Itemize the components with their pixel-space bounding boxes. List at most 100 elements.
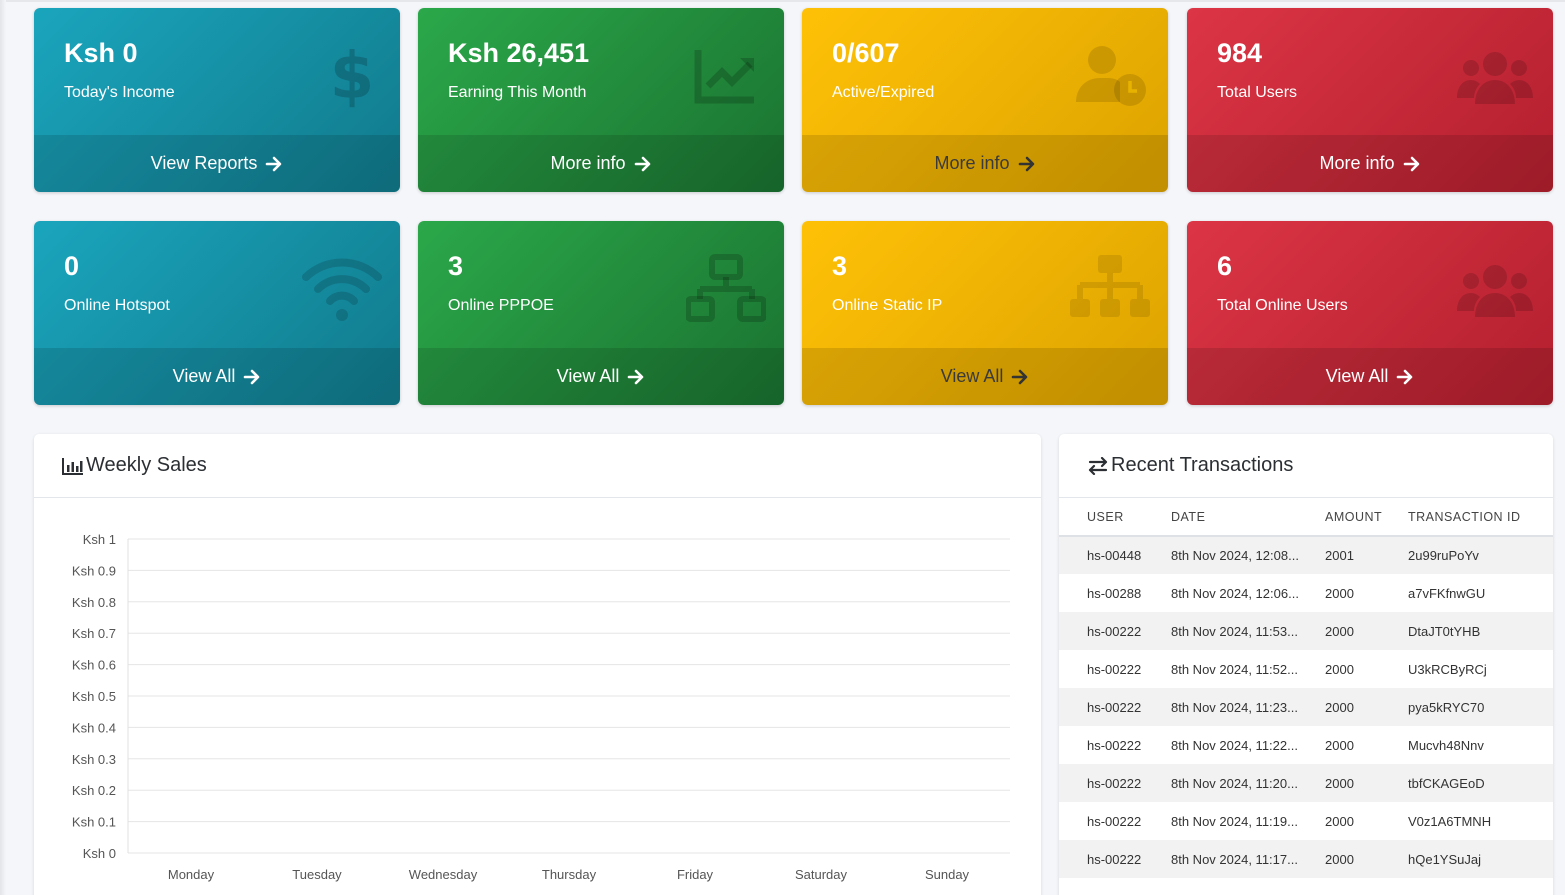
box-label: Online Static IP — [832, 297, 943, 314]
card-title: Weekly Sales — [86, 454, 207, 476]
box-value: 6 — [1217, 251, 1233, 281]
more-info-link[interactable]: More info — [802, 135, 1168, 192]
column-header-user: USER — [1059, 498, 1171, 537]
users-icon — [1455, 249, 1535, 329]
cell-transaction-id: pya5kRYC70 — [1408, 688, 1553, 726]
y-tick-label: Ksh 0.8 — [72, 595, 116, 610]
y-tick-label: Ksh 0.5 — [72, 689, 116, 704]
user-clock-icon — [1070, 36, 1150, 116]
cell-date: 8th Nov 2024, 11:23... — [1171, 688, 1325, 726]
box-value: 984 — [1217, 38, 1263, 68]
arrow-right-icon — [1397, 369, 1413, 384]
cell-date: 8th Nov 2024, 11:17... — [1171, 840, 1325, 878]
table-row: hs-00222 8th Nov 2024, 11:17... 2000 hQe1YS… — [1059, 840, 1553, 878]
bar-chart-icon — [62, 457, 83, 475]
sitemap-icon — [1070, 249, 1150, 329]
arrow-right-icon — [1403, 156, 1419, 171]
cell-amount: 2000 — [1325, 612, 1408, 650]
cell-transaction-id: DtaJT0tYHB — [1408, 612, 1553, 650]
cell-transaction-id: Mucvh48Nnv — [1408, 737, 1484, 753]
cell-amount: 2000 — [1325, 737, 1354, 753]
table-row: hs-00222 8th Nov 2024, 11:52... 2000 U3kRCB… — [1059, 650, 1553, 688]
cell-transaction-id: tbfCKAGEoD — [1408, 764, 1553, 802]
box-value: Ksh 0 — [64, 38, 138, 68]
y-tick-label: Ksh 0.6 — [72, 658, 116, 673]
table-row: hs-00288 8th Nov 2024, 12:06... 2000 a7vFKf… — [1059, 574, 1553, 612]
view-all-link[interactable]: View All — [1187, 348, 1553, 405]
x-tick-label: Sunday — [925, 867, 970, 882]
cell-user: hs-00222 — [1087, 661, 1142, 677]
view-all-link[interactable]: View All — [802, 348, 1168, 405]
box-label: Active/Expired — [832, 84, 935, 101]
footer-label: View All — [940, 366, 1004, 386]
cell-amount: 2000 — [1325, 764, 1408, 802]
cell-user: hs-00222 — [1059, 612, 1171, 650]
online-static-ip-box: 3 Online Static IP View All — [802, 221, 1168, 405]
arrow-right-icon — [1012, 369, 1028, 384]
sidebar-edge — [0, 0, 6, 895]
y-tick-label: Ksh 0.2 — [72, 783, 116, 798]
online-hotspot-box: 0 Online Hotspot View All — [34, 221, 400, 405]
column-header-amount: AMOUNT — [1325, 498, 1408, 537]
footer-label: More info — [550, 153, 626, 173]
view-all-link[interactable]: View All — [34, 348, 400, 405]
arrow-right-icon — [244, 369, 260, 384]
cell-user: hs-00222 — [1059, 688, 1171, 726]
x-tick-label: Tuesday — [292, 867, 342, 882]
cell-user: hs-00222 — [1087, 813, 1142, 829]
recent-transactions-card: Recent Transactions USER DATE AMOUNT TRA… — [1059, 434, 1553, 895]
box-label: Total Users — [1217, 84, 1298, 101]
arrow-right-icon — [628, 369, 644, 384]
cell-date: 8th Nov 2024, 11:52... — [1171, 661, 1298, 677]
table-row: hs-00222 8th Nov 2024, 11:23... 2000 pya5kR… — [1059, 688, 1553, 726]
table-row: hs-00222 8th Nov 2024, 11:22... 2000 Mucvh4… — [1059, 726, 1553, 764]
cell-transaction-id: V0z1A6TMNH — [1408, 813, 1492, 829]
cell-transaction-id: U3kRCByRCj — [1408, 661, 1487, 677]
view-all-link[interactable]: View All — [418, 348, 784, 405]
weekly-sales-card: Weekly Sales Ksh 0 Ksh 0.1 Ksh 0.2 Ksh 0.3 K… — [34, 434, 1041, 895]
view-reports-link[interactable]: View Reports — [34, 135, 400, 192]
table-row: hs-00222 8th Nov 2024, 11:53... 2000 DtaJT0… — [1059, 612, 1553, 650]
box-label: Online Hotspot — [64, 297, 170, 314]
weekly-sales-chart: Ksh 0 Ksh 0.1 Ksh 0.2 Ksh 0.3 Ksh 0.4 Ksh 0.5… — [72, 532, 1010, 882]
svg-text:$: $ — [330, 40, 375, 114]
online-pppoe-box: 3 Online PPPOE View All — [418, 221, 784, 405]
x-tick-label: Monday — [168, 867, 215, 882]
y-tick-label: Ksh 1 — [83, 532, 116, 547]
box-label: Earning This Month — [448, 84, 587, 101]
y-tick-label: Ksh 0.3 — [72, 752, 116, 767]
dollar-icon: $ — [302, 36, 382, 116]
total-users-box: 984 Total Users More info — [1187, 8, 1553, 192]
cell-user: hs-00288 — [1087, 585, 1142, 601]
card-header: Weekly Sales — [34, 434, 1041, 498]
y-tick-label: Ksh 0.4 — [72, 720, 116, 735]
y-tick-label: Ksh 0.9 — [72, 563, 116, 578]
x-tick-label: Thursday — [542, 867, 597, 882]
exchange-icon — [1088, 456, 1108, 475]
footer-label: View All — [556, 366, 620, 386]
active-expired-box: 0/607 Active/Expired More info — [802, 8, 1168, 192]
cell-user: hs-00222 — [1087, 737, 1142, 753]
box-value: 0 — [64, 251, 80, 281]
footer-label: More info — [934, 153, 1010, 173]
box-value: 3 — [448, 251, 464, 281]
cell-amount: 2000 — [1325, 688, 1408, 726]
more-info-link[interactable]: More info — [1187, 135, 1553, 192]
card-title: Recent Transactions — [1111, 454, 1294, 476]
card-header: Recent Transactions — [1059, 434, 1553, 498]
y-tick-label: Ksh 0.1 — [72, 815, 116, 830]
cell-date: 8th Nov 2024, 12:06... — [1171, 585, 1299, 601]
more-info-link[interactable]: More info — [418, 135, 784, 192]
x-tick-label: Wednesday — [409, 867, 478, 882]
cell-transaction-id: hQe1YSuJaj — [1408, 840, 1553, 878]
arrow-right-icon — [1018, 156, 1034, 171]
cell-amount: 2000 — [1325, 813, 1354, 829]
cell-transaction-id: a7vFKfnwGU — [1408, 585, 1486, 601]
total-online-users-box: 6 Total Online Users View All — [1187, 221, 1553, 405]
cell-date: 8th Nov 2024, 11:20... — [1171, 764, 1325, 802]
today-income-box: Ksh 0 Today's Income $ View Reports — [34, 8, 400, 192]
cell-date: 8th Nov 2024, 11:19... — [1171, 813, 1298, 829]
top-border — [0, 0, 1565, 2]
y-tick-label: Ksh 0 — [83, 846, 116, 861]
table-row: hs-00222 8th Nov 2024, 11:19... 2000 V0z1A6… — [1059, 802, 1553, 840]
